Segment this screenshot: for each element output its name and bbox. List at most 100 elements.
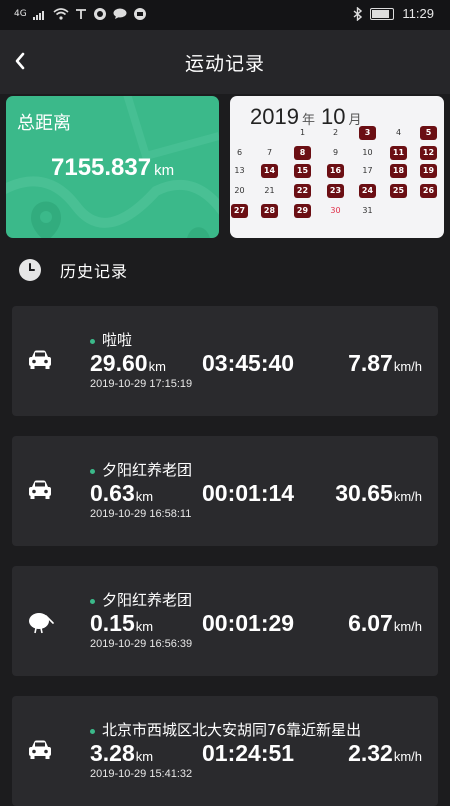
record-speed: 6.07km/h — [348, 610, 422, 637]
record-speed-unit: km/h — [393, 749, 422, 764]
record-speed-value: 30.65 — [335, 480, 393, 506]
total-distance-number: 7155.837 — [51, 154, 152, 181]
total-distance-label: 总距离 — [17, 113, 71, 134]
status-icons-right: 11:29 — [353, 6, 434, 21]
clock-time: 11:29 — [402, 6, 434, 21]
bluetooth-icon — [353, 6, 363, 21]
status-icons-left: 4G — [14, 7, 147, 21]
signal-label: 4G — [14, 9, 27, 19]
calendar-day[interactable]: 2 — [327, 126, 344, 140]
calendar-day[interactable]: 4 — [390, 126, 407, 140]
calendar-day[interactable]: 1 — [294, 126, 311, 140]
calendar-day[interactable]: 24 — [359, 184, 376, 198]
calendar-day[interactable]: 26 — [420, 184, 437, 198]
calendar-card[interactable]: 2019 年 10 月 1 2 3 4 5 6 7 8 9 10 11 12 13 14 15 16 17 18 19 20… — [230, 96, 444, 238]
record-distance-value: 29.60 — [90, 350, 148, 376]
calendar-day[interactable]: 18 — [390, 164, 407, 178]
record-card[interactable]: 夕阳红养老团 0.63km 00:01:14 30.65km/h 2019-10-29 … — [12, 436, 438, 546]
calendar-day[interactable]: 7 — [261, 146, 278, 160]
calendar-day[interactable]: 23 — [327, 184, 344, 198]
record-speed-value: 7.87 — [348, 350, 393, 376]
record-title: 夕阳红养老团 — [102, 591, 193, 609]
battery-icon — [370, 7, 395, 20]
calendar-day[interactable]: 14 — [261, 164, 278, 178]
calendar-day[interactable]: 19 — [420, 164, 437, 178]
nav-bar: 运动记录 — [0, 30, 450, 94]
record-datetime: 2019-10-29 17:15:19 — [90, 378, 193, 390]
record-speed: 30.65km/h — [335, 480, 422, 507]
record-duration: 00:01:29 — [202, 610, 295, 636]
record-speed-value: 2.32 — [348, 740, 393, 766]
record-distance-unit: km — [135, 619, 154, 634]
total-distance-unit: km — [154, 162, 175, 179]
calendar-day[interactable]: 8 — [294, 146, 311, 160]
record-card[interactable]: 啦啦 29.60km 03:45:40 7.87km/h 2019-10-29 17:1… — [12, 306, 438, 416]
record-duration: 00:01:14 — [202, 480, 295, 506]
record-distance-unit: km — [135, 489, 154, 504]
chat-icon — [113, 8, 127, 19]
antenna-icon — [75, 9, 86, 19]
app-notification-icon — [93, 8, 106, 20]
calendar-day[interactable]: 20 — [231, 184, 248, 198]
calendar-day[interactable]: 13 — [231, 164, 248, 178]
total-distance-card: 总距离 7155.837 km — [6, 96, 219, 238]
record-speed: 2.32km/h — [348, 740, 422, 767]
signal-bars-icon — [32, 10, 44, 20]
page-title: 运动记录 — [184, 53, 265, 75]
record-speed-unit: km/h — [393, 619, 422, 634]
record-distance-value: 0.63 — [90, 480, 135, 506]
history-title: 历史记录 — [60, 262, 129, 281]
calendar-day[interactable]: 31 — [359, 204, 376, 218]
record-card[interactable]: 夕阳红养老团 0.15km 00:01:29 6.07km/h 2019-10-29 1… — [12, 566, 438, 676]
record-title: 夕阳红养老团 — [102, 461, 193, 479]
record-title: 北京市西城区北大安胡同76靠近新星出 — [102, 721, 362, 739]
record-speed-unit: km/h — [393, 489, 422, 504]
calendar-day[interactable]: 5 — [420, 126, 437, 140]
record-distance-unit: km — [135, 749, 154, 764]
calendar-day[interactable]: 10 — [359, 146, 376, 160]
calendar-day[interactable]: 9 — [327, 146, 344, 160]
record-speed-unit: km/h — [393, 359, 422, 374]
record-dot-icon — [90, 469, 95, 474]
car-icon — [29, 350, 51, 369]
record-dot-icon — [90, 339, 95, 344]
calendar-day[interactable]: 15 — [294, 164, 311, 178]
calendar-day[interactable]: 17 — [359, 164, 376, 178]
calendar-day[interactable]: 28 — [261, 204, 278, 218]
record-speed: 7.87km/h — [348, 350, 422, 377]
record-card[interactable]: 北京市西城区北大安胡同76靠近新星出 3.28km 01:24:51 2.32km/h… — [12, 696, 438, 806]
car-icon — [29, 740, 51, 759]
record-datetime: 2019-10-29 15:41:32 — [90, 768, 193, 780]
kiwi-bird-icon — [29, 613, 54, 634]
record-dot-icon — [90, 729, 95, 734]
calendar-day[interactable]: 22 — [294, 184, 311, 198]
calendar-day[interactable]: 12 — [420, 146, 437, 160]
record-distance: 0.63km — [90, 480, 153, 507]
car-icon — [29, 480, 51, 499]
calendar-day[interactable]: 25 — [390, 184, 407, 198]
record-datetime: 2019-10-29 16:56:39 — [90, 638, 193, 650]
calendar-day[interactable]: 3 — [359, 126, 376, 140]
record-distance-value: 3.28 — [90, 740, 135, 766]
calendar-day[interactable]: 11 — [390, 146, 407, 160]
total-distance-value: 7155.837 km — [51, 154, 174, 182]
history-header: 历史记录 — [18, 258, 128, 282]
calendar-day[interactable]: 21 — [261, 184, 278, 198]
calendar-day[interactable]: 29 — [294, 204, 311, 218]
calendar-day[interactable]: 30 — [327, 204, 344, 218]
calendar-day[interactable]: 6 — [231, 146, 248, 160]
calendar-day[interactable]: 16 — [327, 164, 344, 178]
record-duration: 01:24:51 — [202, 740, 295, 766]
record-distance: 0.15km — [90, 610, 153, 637]
record-distance: 3.28km — [90, 740, 153, 767]
calendar-grid: 1 2 3 4 5 6 7 8 9 10 11 12 13 14 15 16 17 18 19 20 21 22 23 24 2… — [230, 96, 444, 238]
record-distance: 29.60km — [90, 350, 166, 377]
record-speed-value: 6.07 — [348, 610, 393, 636]
clock-icon — [19, 259, 41, 281]
calendar-day[interactable]: 27 — [231, 204, 248, 218]
record-duration: 03:45:40 — [202, 350, 295, 376]
record-dot-icon — [90, 599, 95, 604]
record-distance-value: 0.15 — [90, 610, 135, 636]
record-distance-unit: km — [148, 359, 166, 374]
app-badge-icon — [133, 8, 146, 20]
